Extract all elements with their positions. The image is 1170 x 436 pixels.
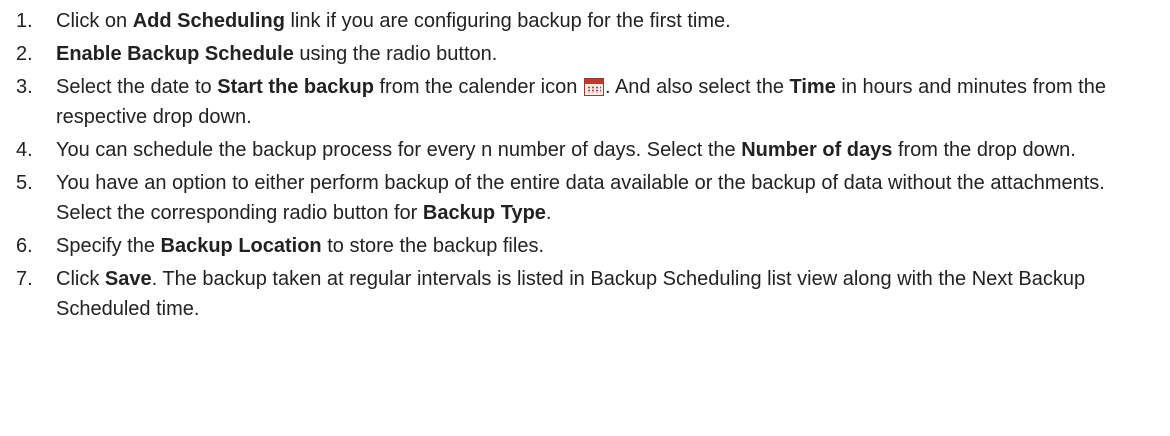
step-number: 7. [16, 268, 33, 290]
text-run: from the calender icon [373, 76, 583, 98]
step-number: 4. [16, 139, 33, 161]
ui-term-add-scheduling: Add Scheduling [132, 10, 285, 32]
text-run: Click [56, 268, 105, 290]
text-run: You have an option to either perform bac… [56, 172, 1105, 224]
step-4: 4. You can schedule the backup process f… [0, 135, 1170, 165]
step-text: You can schedule the backup process for … [56, 135, 1170, 165]
step-2: 2. Enable Backup Schedule using the radi… [0, 39, 1170, 69]
step-7: 7. Click Save. The backup taken at regul… [0, 264, 1170, 324]
text-run: Click on [56, 10, 133, 32]
text-run: . [545, 202, 552, 224]
step-number: 6. [16, 235, 33, 257]
text-run: . And also select the [604, 76, 790, 98]
instruction-list: 1. Click on Add Scheduling link if you a… [0, 0, 1170, 324]
text-run: Specify the [56, 235, 161, 257]
step-6: 6. Specify the Backup Location to store … [0, 231, 1170, 261]
ui-term-time: Time [789, 76, 836, 98]
step-number: 2. [16, 43, 33, 65]
step-1: 1. Click on Add Scheduling link if you a… [0, 6, 1170, 36]
calendar-icon [583, 78, 604, 96]
step-text: You have an option to either perform bac… [56, 168, 1170, 228]
step-text: Click Save. The backup taken at regular … [56, 264, 1170, 324]
step-number: 5. [16, 172, 33, 194]
step-text: Enable Backup Schedule using the radio b… [56, 39, 1170, 69]
step-number: 1. [16, 10, 33, 32]
step-5: 5. You have an option to either perform … [0, 168, 1170, 228]
step-3: 3. Select the date to Start the backup f… [0, 72, 1170, 132]
ui-term-backup-location: Backup Location [160, 235, 322, 257]
text-run: from the drop down. [892, 139, 1076, 161]
step-text: Select the date to Start the backup from… [56, 72, 1170, 132]
text-run: to store the backup files. [321, 235, 544, 257]
step-text: Click on Add Scheduling link if you are … [56, 6, 1170, 36]
ui-term-backup-type: Backup Type [422, 202, 546, 224]
text-run: You can schedule the backup process for … [56, 139, 742, 161]
step-number: 3. [16, 76, 33, 98]
ui-term-start-the-backup: Start the backup [217, 76, 374, 98]
text-run: Select the date to [56, 76, 218, 98]
ui-term-number-of-days: Number of days [741, 139, 893, 161]
text-run: . The backup taken at regular intervals … [56, 268, 1086, 320]
text-run: using the radio button. [293, 43, 498, 65]
ui-term-enable-backup-schedule: Enable Backup Schedule [56, 43, 294, 65]
ui-term-save: Save [104, 268, 152, 290]
text-run: link if you are configuring backup for t… [284, 10, 731, 32]
step-text: Specify the Backup Location to store the… [56, 231, 1170, 261]
